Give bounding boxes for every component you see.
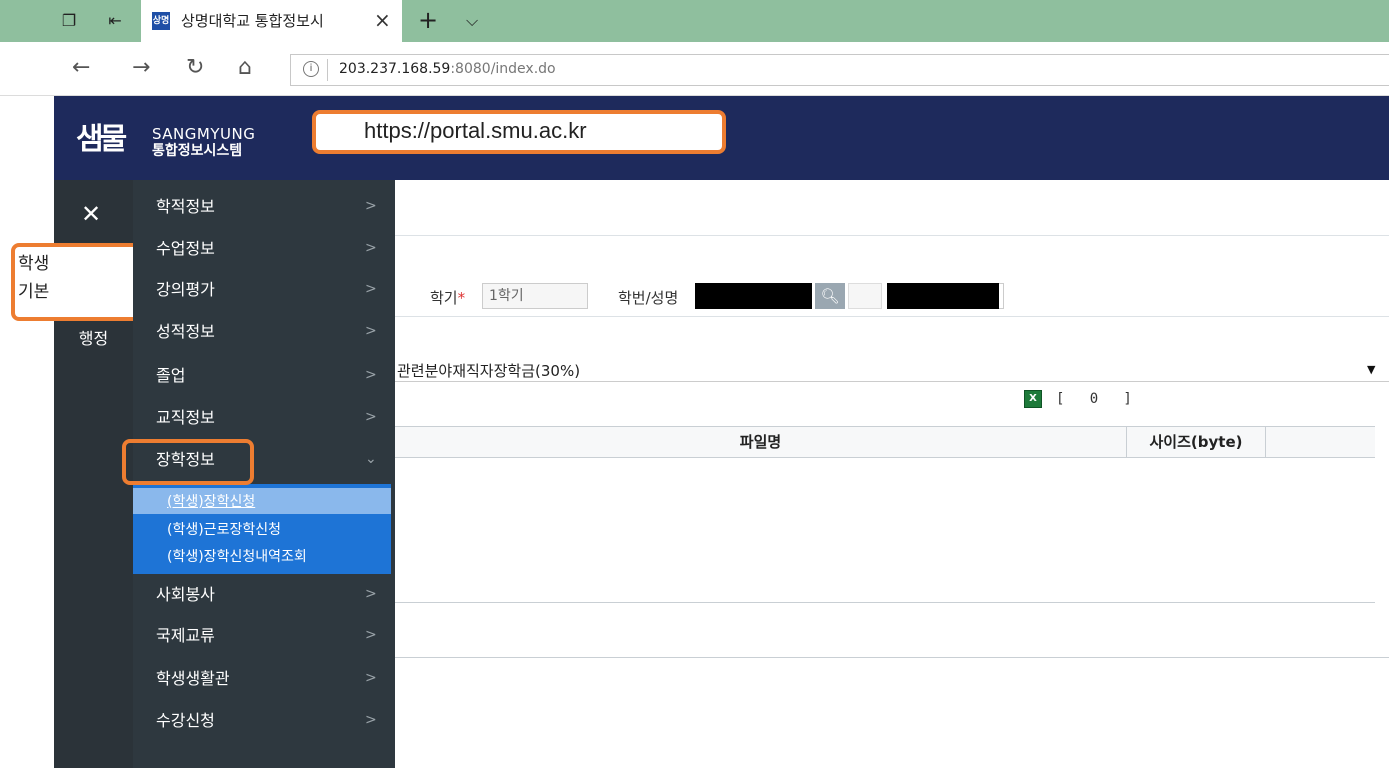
file-table-body	[395, 458, 1375, 603]
chevron-down-icon: ⌄	[365, 451, 377, 467]
submenu-item-work-scholarship[interactable]: (학생)근로장학신청	[133, 516, 391, 542]
address-bar[interactable]: i 203.237.168.59:8080/index.do	[290, 54, 1389, 86]
scholarship-type-value: 관련분야재직자장학금(30%)	[397, 362, 581, 380]
semester-field[interactable]: 1학기	[482, 283, 588, 309]
chevron-right-icon: >	[365, 627, 377, 643]
menu-label: 학적정보	[156, 197, 215, 216]
browser-tab-active[interactable]: 상명 상명대학교 통합정보시 ×	[141, 0, 402, 42]
address-divider	[327, 59, 328, 81]
chevron-right-icon: >	[365, 198, 377, 214]
tab-aside-icon[interactable]: ⇤	[104, 11, 126, 31]
menu-label: 수업정보	[156, 239, 215, 258]
menu-label: 학생생활관	[156, 669, 230, 688]
chevron-right-icon: >	[365, 712, 377, 728]
menu-item-graduation[interactable]: 졸업 >	[133, 356, 395, 397]
tab-title: 상명대학교 통합정보시	[181, 12, 324, 30]
menu-item-course-evaluation[interactable]: 강의평가 >	[133, 270, 395, 311]
browser-nav-bar: ← → ↻ ⌂ i 203.237.168.59:8080/index.do	[0, 42, 1389, 96]
search-form: 학기* 1학기 학번/성명 🔍︎	[395, 235, 1389, 317]
url-host: 203.237.168.59	[339, 61, 451, 77]
menu-item-academic-records[interactable]: 학적정보 >	[133, 187, 395, 228]
new-tab-icon[interactable]: +	[418, 6, 438, 34]
menu-item-dormitory[interactable]: 학생생활관 >	[133, 659, 395, 700]
student-name-field-edge	[999, 283, 1004, 309]
scholarship-callout	[122, 439, 254, 485]
submenu-item-scholarship-apply[interactable]: (학생)장학신청	[133, 488, 391, 514]
search-icon: 🔍︎	[820, 287, 840, 305]
semester-label: 학기*	[430, 287, 465, 308]
menu-item-international[interactable]: 국제교류 >	[133, 616, 395, 657]
student-name-field-redacted[interactable]	[887, 283, 999, 309]
menu-item-course-registration[interactable]: 수강신청 >	[133, 701, 395, 742]
file-table-header: 파일명 사이즈(byte)	[395, 426, 1375, 458]
dropdown-caret-icon[interactable]: ▼	[1367, 363, 1375, 376]
submenu-item-scholarship-history[interactable]: (학생)장학신청내역조회	[133, 543, 391, 569]
chevron-right-icon: >	[365, 281, 377, 297]
menu-item-volunteer[interactable]: 사회봉사 >	[133, 575, 395, 616]
chevron-right-icon: >	[365, 670, 377, 686]
main-content: 학기* 1학기 학번/성명 🔍︎ 관련분야재직자장학금(30%) ▼ X [ 0…	[395, 180, 1389, 768]
chevron-right-icon: >	[365, 586, 377, 602]
student-id-field-redacted[interactable]	[695, 283, 812, 309]
info-icon[interactable]: i	[303, 61, 319, 77]
submenu-label: (학생)장학신청	[167, 494, 256, 510]
browser-tab-strip: ❐ ⇤ 상명 상명대학교 통합정보시 × + ⌵	[0, 0, 1389, 42]
student-name-prefix-field	[848, 283, 882, 309]
column-header-filename: 파일명	[739, 433, 782, 451]
menu-label: 사회봉사	[156, 585, 215, 604]
category-admin[interactable]: 행정	[54, 328, 133, 350]
menu-label: 졸업	[156, 366, 186, 385]
menu-label: 국제교류	[156, 626, 215, 645]
portal-url-callout: https://portal.smu.ac.kr	[312, 110, 726, 154]
column-header-size: 사이즈(byte)	[1126, 427, 1266, 457]
student-id-label: 학번/성명	[618, 289, 679, 307]
site-favicon-icon: 상명	[152, 12, 170, 30]
app-header: 샘물 SANGMYUNG 통합정보시스템 https://portal.smu.…	[54, 96, 1389, 180]
address-text: 203.237.168.59:8080/index.do	[339, 61, 556, 77]
chevron-right-icon: >	[365, 240, 377, 256]
menu-label: 교직정보	[156, 408, 215, 427]
submenu-label: (학생)근로장학신청	[167, 522, 281, 538]
menu-item-teaching-cert[interactable]: 교직정보 >	[133, 398, 395, 439]
chevron-right-icon: >	[365, 323, 377, 339]
logo-english: SANGMYUNG	[152, 125, 256, 143]
close-tab-icon[interactable]: ×	[374, 8, 391, 32]
menu-item-grades[interactable]: 성적정보 >	[133, 312, 395, 353]
chevron-right-icon: >	[365, 367, 377, 383]
scholarship-type-select[interactable]: 관련분야재직자장학금(30%) ▼	[395, 358, 1389, 382]
logo-mark[interactable]: 샘물	[76, 118, 138, 162]
home-icon[interactable]: ⌂	[238, 55, 252, 81]
menu-label: 강의평가	[156, 280, 215, 299]
content-section-divider	[395, 604, 1389, 658]
scholarship-submenu: (학생)장학신청 (학생)근로장학신청 (학생)장학신청내역조회	[133, 484, 391, 574]
required-mark: *	[457, 289, 466, 307]
menu-label: 수강신청	[156, 711, 215, 730]
url-path: :8080/index.do	[450, 61, 556, 77]
logo-korean: 통합정보시스템	[152, 143, 243, 159]
chevron-right-icon: >	[365, 409, 377, 425]
submenu-label: (학생)장학신청내역조회	[167, 549, 307, 565]
close-icon[interactable]: ✕	[81, 200, 101, 228]
chevron-down-icon[interactable]: ⌵	[466, 11, 478, 31]
file-count: [ 0 ]	[1056, 391, 1132, 407]
excel-download-icon[interactable]: X	[1024, 390, 1042, 408]
forward-icon[interactable]: →	[132, 55, 150, 81]
refresh-icon[interactable]: ↻	[186, 55, 204, 81]
student-basic-callout	[11, 243, 144, 321]
menu-label: 성적정보	[156, 322, 215, 341]
semester-label-text: 학기	[430, 289, 458, 307]
tab-preview-icon[interactable]: ❐	[58, 11, 80, 31]
search-button[interactable]: 🔍︎	[815, 283, 845, 309]
menu-item-class-info[interactable]: 수업정보 >	[133, 229, 395, 270]
back-icon[interactable]: ←	[72, 55, 90, 81]
